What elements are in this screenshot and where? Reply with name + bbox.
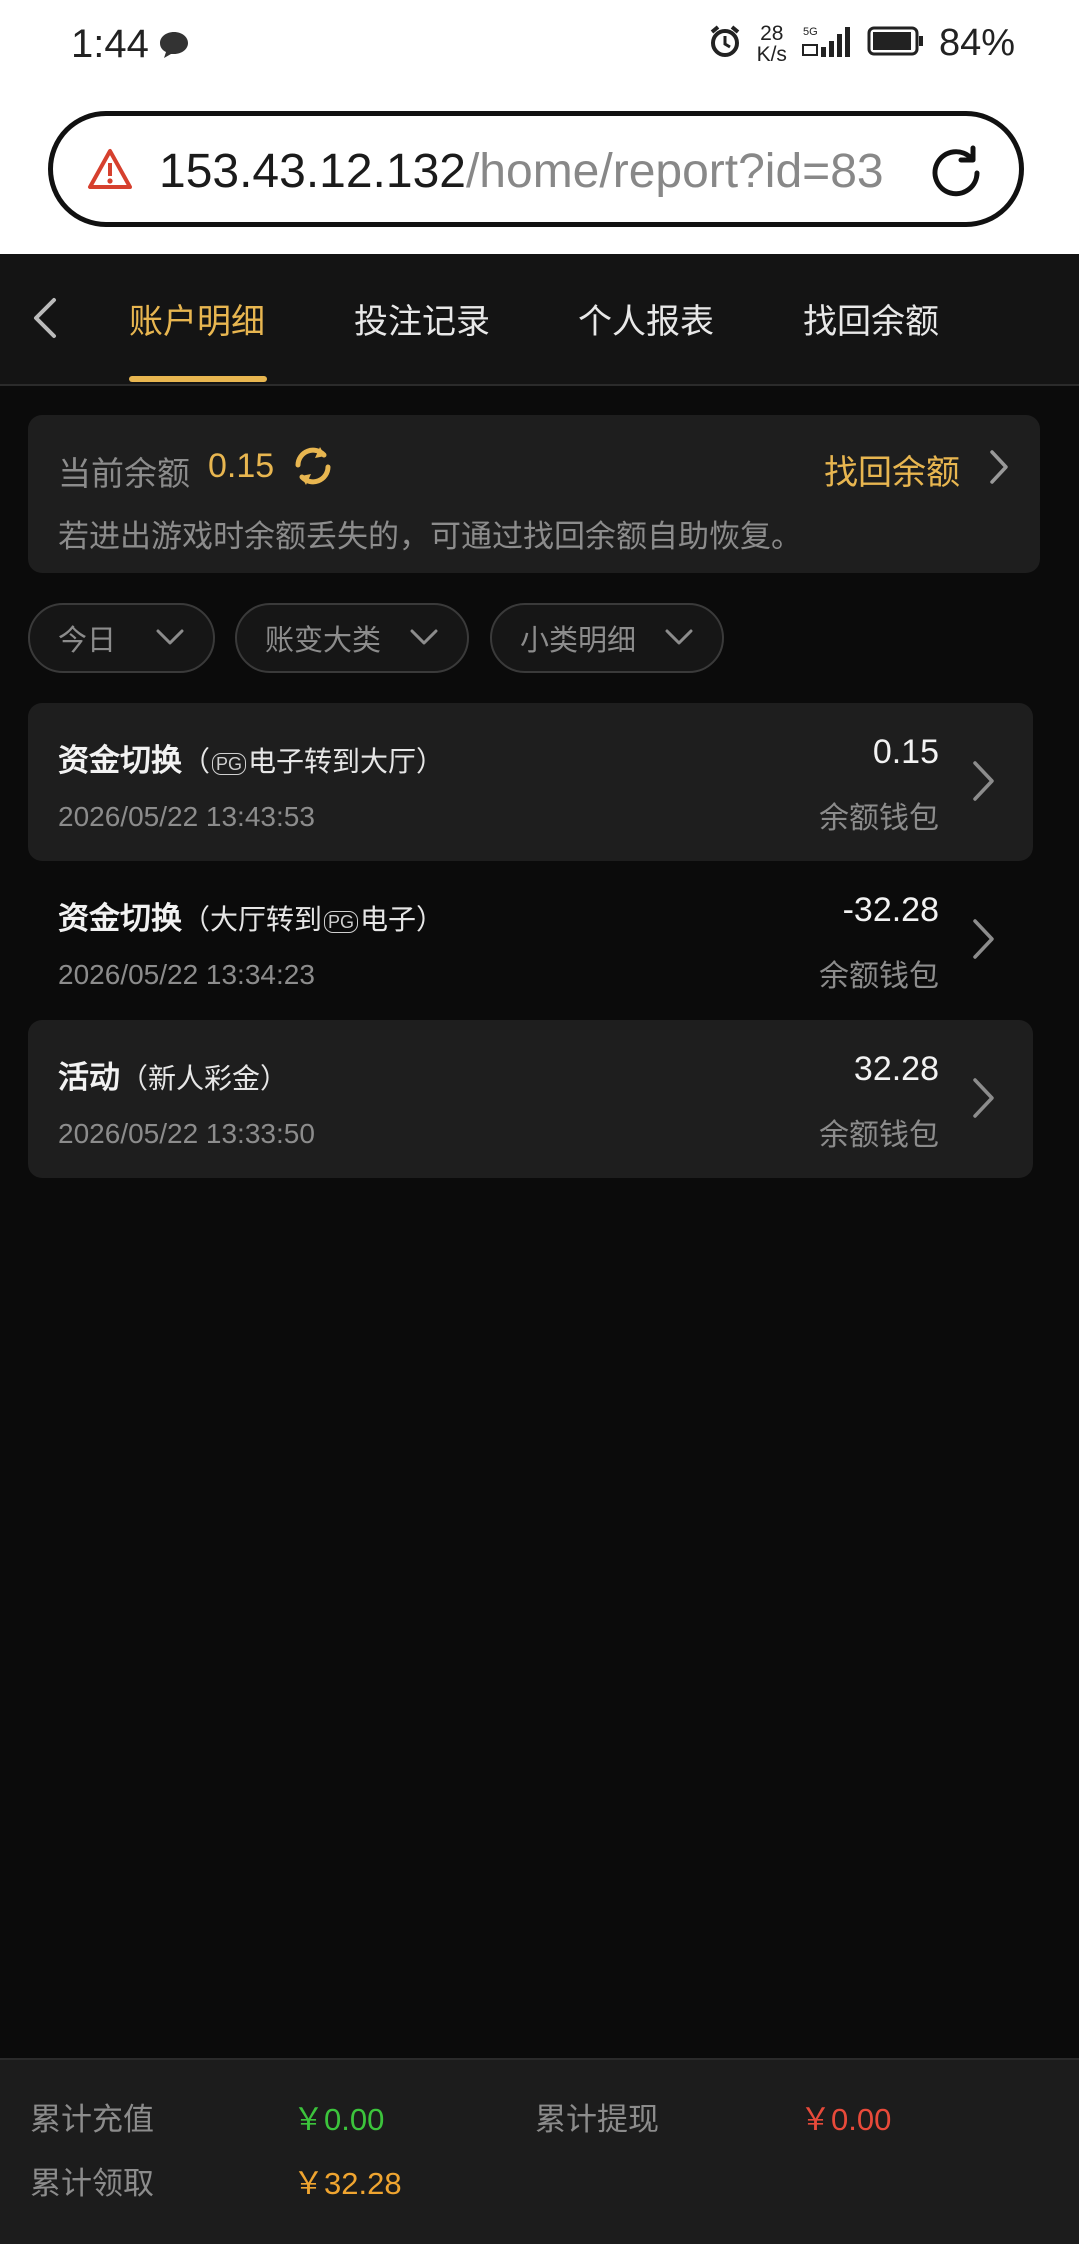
withdraw-value: ￥0.00 — [800, 2102, 892, 2137]
status-time: 1:44 — [71, 22, 149, 66]
tab-personal-report[interactable]: 个人报表 — [578, 294, 714, 343]
chevron-right-icon[interactable] — [988, 448, 1010, 491]
refresh-icon[interactable] — [290, 443, 336, 494]
filter-major-type[interactable]: 账变大类 — [235, 603, 469, 673]
chevron-right-icon[interactable] — [971, 1076, 997, 1125]
transaction-time: 2026/05/22 13:34:23 — [58, 959, 315, 990]
transaction-amount: -32.28 — [842, 891, 939, 929]
deposit-label: 累计充值 — [30, 2102, 154, 2137]
recover-balance-link[interactable]: 找回余额 — [824, 445, 960, 494]
transaction-wallet: 余额钱包 — [819, 802, 939, 835]
signal-icon: 5G — [801, 23, 853, 64]
filter-date[interactable]: 今日 — [28, 603, 215, 673]
tab-bet-records[interactable]: 投注记录 — [354, 294, 490, 343]
transaction-title: 活动（新人彩金） — [58, 1060, 289, 1095]
message-icon — [158, 30, 190, 65]
balance-card: 当前余额 0.15 找回余额 若进出游戏时余额丢失的，可通过找回余额自助恢复。 — [28, 415, 1040, 573]
report-nav: 账户明细 投注记录 个人报表 找回余额 — [0, 254, 1079, 386]
withdraw-label: 累计提现 — [535, 2102, 659, 2137]
warning-icon[interactable] — [87, 148, 133, 195]
chevron-right-icon[interactable] — [971, 759, 997, 808]
active-tab-indicator — [129, 376, 267, 382]
url-text[interactable]: 153.43.12.132/home/report?id=83 — [159, 144, 939, 200]
tab-recover-balance[interactable]: 找回余额 — [803, 294, 939, 343]
back-chevron-icon[interactable] — [30, 294, 60, 347]
browser-chrome: 1:44 28 K/s 5G 84% 153.43.12.132/home/re… — [0, 0, 1079, 254]
transaction-amount: 0.15 — [872, 733, 939, 771]
transaction-row[interactable]: 活动（新人彩金） 2026/05/22 13:33:50 32.28 余额钱包 — [28, 1020, 1033, 1178]
battery-percent: 84% — [938, 22, 1015, 64]
battery-icon — [867, 25, 925, 62]
status-bar: 1:44 28 K/s 5G 84% — [0, 0, 1079, 95]
chevron-right-icon[interactable] — [971, 917, 997, 966]
filter-sub-type[interactable]: 小类明细 — [490, 603, 724, 673]
pg-logo-icon: PG — [324, 910, 359, 933]
transaction-row[interactable]: 资金切换（ PG 电子转到大厅） 2026/05/22 13:43:53 0.15 … — [28, 703, 1033, 861]
chevron-down-icon — [410, 629, 438, 645]
network-speed: 28 K/s — [756, 21, 787, 66]
pg-logo-icon: PG — [212, 752, 247, 775]
claim-label: 累计领取 — [30, 2166, 154, 2201]
reload-icon[interactable] — [925, 142, 987, 209]
deposit-value: ￥0.00 — [293, 2102, 385, 2137]
balance-hint: 若进出游戏时余额丢失的，可通过找回余额自助恢复。 — [58, 519, 802, 554]
transaction-time: 2026/05/22 13:43:53 — [58, 801, 315, 832]
tab-account-detail[interactable]: 账户明细 — [129, 294, 265, 343]
transaction-wallet: 余额钱包 — [819, 960, 939, 993]
url-host: 153.43.12.132 — [159, 145, 466, 198]
balance-label: 当前余额 — [58, 455, 190, 492]
alarm-icon — [707, 23, 743, 64]
address-bar[interactable]: 153.43.12.132/home/report?id=83 — [48, 111, 1024, 227]
chevron-down-icon — [156, 629, 184, 645]
transaction-row[interactable]: 资金切换（大厅转到 PG 电子） 2026/05/22 13:34:23 -32.2… — [28, 861, 1033, 1019]
transaction-title: 资金切换（ PG 电子转到大厅） — [58, 743, 445, 778]
summary-footer: 累计充值 ￥0.00 累计提现 ￥0.00 累计领取 ￥32.28 — [0, 2058, 1079, 2244]
svg-text:5G: 5G — [803, 26, 818, 38]
chevron-down-icon — [665, 629, 693, 645]
url-path: /home/report?id=83 — [465, 145, 884, 198]
status-right: 28 K/s 5G 84% — [707, 22, 1015, 65]
transaction-title: 资金切换（大厅转到 PG 电子） — [58, 901, 445, 936]
balance-value: 0.15 — [208, 447, 275, 485]
transaction-amount: 32.28 — [853, 1050, 939, 1088]
claim-value: ￥32.28 — [293, 2166, 402, 2201]
transaction-time: 2026/05/22 13:33:50 — [58, 1118, 315, 1149]
transaction-wallet: 余额钱包 — [819, 1119, 939, 1152]
